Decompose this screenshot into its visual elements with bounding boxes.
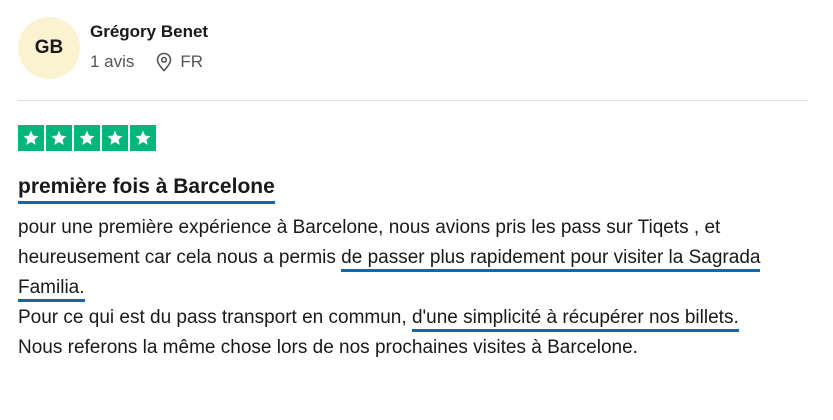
star-icon (18, 125, 44, 151)
review-title[interactable]: première fois à Barcelone (18, 175, 275, 204)
star-rating (18, 125, 156, 151)
avatar[interactable]: GB (18, 17, 80, 79)
highlighted-text: d'une simplicité à récupérer nos billets… (411, 307, 739, 332)
star-icon (130, 125, 156, 151)
reviewer-meta: 1 avis FR (90, 52, 203, 72)
location-pin-icon (156, 52, 172, 72)
review-text: Pour ce qui est du pass transport en com… (18, 307, 412, 328)
star-icon (102, 125, 128, 151)
reviewer-name[interactable]: Grégory Benet (90, 22, 208, 42)
reviewer-country: FR (180, 52, 204, 71)
avatar-initials: GB (34, 37, 64, 58)
divider (18, 100, 808, 101)
review-text: Nous referons la même chose lors de nos … (18, 337, 638, 358)
star-icon (74, 125, 100, 151)
review-count: 1 avis (90, 52, 135, 71)
review-body: pour une première expérience à Barcelone… (18, 213, 808, 363)
star-icon (46, 125, 72, 151)
